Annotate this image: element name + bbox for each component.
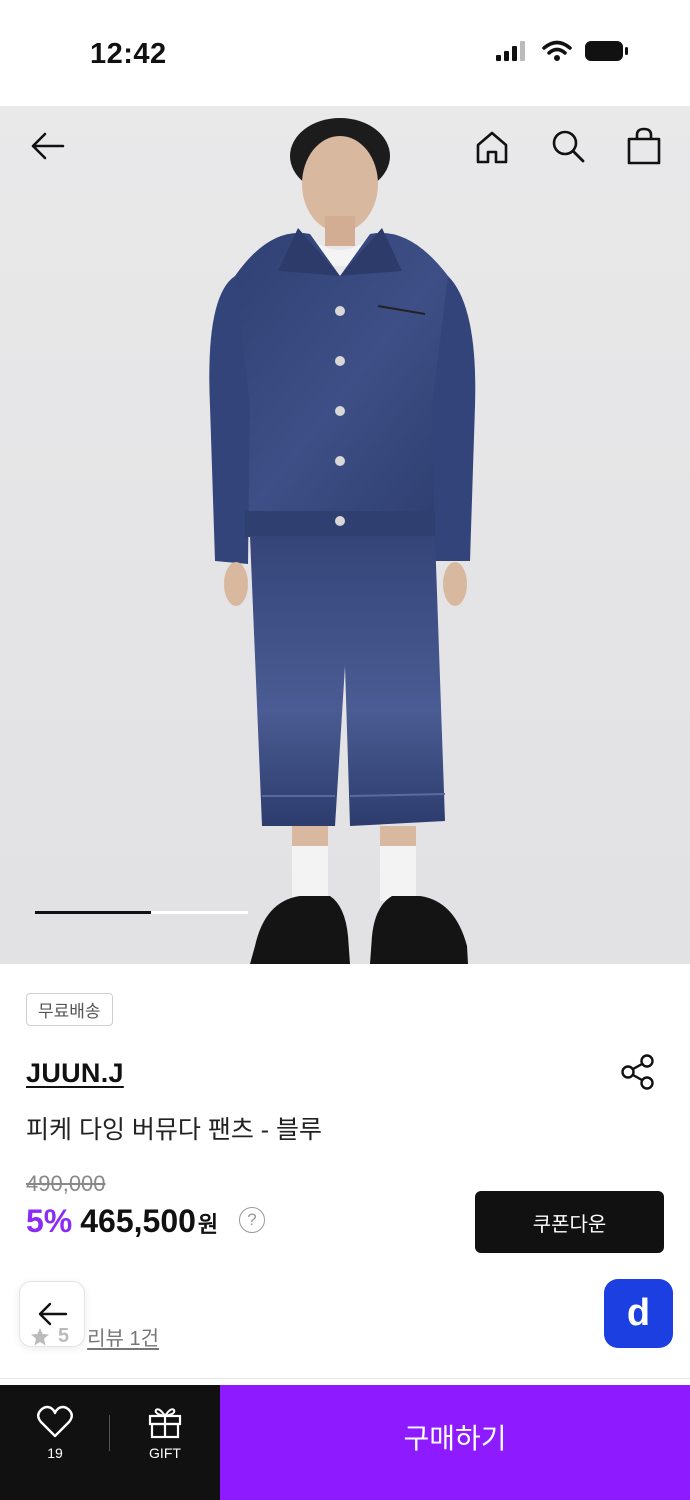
status-time: 12:42 xyxy=(90,38,167,70)
heart-icon xyxy=(37,1405,73,1438)
product-image[interactable] xyxy=(0,106,690,964)
image-progress-fill xyxy=(35,911,152,914)
back-button[interactable] xyxy=(23,122,71,170)
search-icon xyxy=(552,130,585,163)
home-button[interactable] xyxy=(468,123,516,171)
gift-label: GIFT xyxy=(149,1445,181,1461)
review-link[interactable]: 리뷰 1건 xyxy=(87,1322,159,1351)
search-button[interactable] xyxy=(544,122,592,170)
brand-link[interactable]: JUUN.J xyxy=(26,1058,124,1089)
star-icon xyxy=(31,1327,49,1345)
shopping-bag-icon xyxy=(627,127,661,165)
d-floating-button[interactable]: d xyxy=(604,1279,673,1348)
like-button[interactable]: 19 xyxy=(30,1405,80,1461)
wifi-icon xyxy=(542,40,572,61)
status-bar: 12:42 xyxy=(0,0,690,106)
free-shipping-badge: 무료배송 xyxy=(26,993,113,1026)
like-count: 19 xyxy=(47,1445,63,1461)
arrow-left-icon xyxy=(31,132,65,160)
rating-row: 5 리뷰 1건 xyxy=(30,1322,159,1351)
price-help-icon[interactable]: ? xyxy=(239,1207,265,1233)
coupon-download-button[interactable]: 쿠폰다운 xyxy=(475,1191,664,1253)
sale-price: 465,500 xyxy=(80,1203,196,1239)
bottom-separator xyxy=(109,1415,110,1451)
gift-icon xyxy=(148,1408,182,1439)
signal-icon xyxy=(496,41,525,61)
product-title: 피케 다잉 버뮤다 팬츠 - 블루 xyxy=(26,1116,323,1144)
price-row: 5% 465,500 원 xyxy=(26,1203,218,1240)
rating-value: 5 xyxy=(58,1325,70,1347)
share-button[interactable] xyxy=(618,1052,658,1092)
share-icon xyxy=(621,1054,654,1090)
currency-label: 원 xyxy=(197,1212,219,1237)
status-icons xyxy=(496,40,630,62)
divider xyxy=(0,1378,690,1379)
buy-button[interactable]: 구매하기 xyxy=(220,1385,690,1500)
discount-rate: 5% xyxy=(26,1203,73,1239)
original-price: 490,000 xyxy=(26,1171,106,1196)
model-illustration xyxy=(209,118,476,964)
cart-button[interactable] xyxy=(620,122,668,170)
home-icon xyxy=(476,131,508,164)
battery-icon xyxy=(585,41,628,61)
image-progress-track xyxy=(35,911,248,914)
gift-button[interactable]: GIFT xyxy=(140,1405,190,1461)
